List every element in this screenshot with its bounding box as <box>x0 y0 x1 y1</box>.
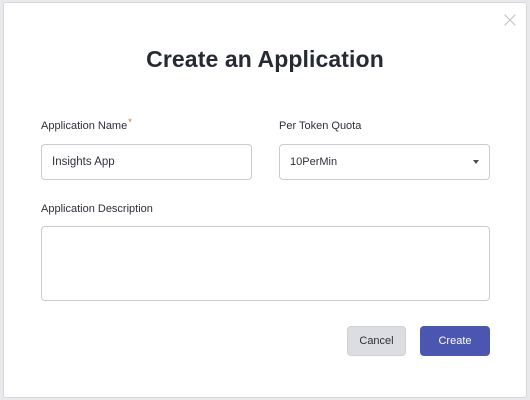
create-application-dialog: Create an Application Application Name* … <box>3 2 527 398</box>
chevron-down-icon <box>473 160 479 164</box>
dialog-title: Create an Application <box>146 46 384 72</box>
create-button[interactable]: Create <box>420 326 490 356</box>
close-button[interactable] <box>503 13 517 27</box>
per-token-quota-select[interactable]: 10PerMin <box>279 144 490 180</box>
application-name-label-text: Application Name <box>41 120 128 132</box>
application-name-label: Application Name* <box>41 117 132 132</box>
application-description-label: Application Description <box>41 203 153 215</box>
per-token-quota-label: Per Token Quota <box>279 120 362 132</box>
cancel-button[interactable]: Cancel <box>347 326 406 356</box>
required-marker: * <box>128 117 132 127</box>
application-description-input[interactable] <box>41 226 490 301</box>
per-token-quota-value: 10PerMin <box>290 156 338 168</box>
application-name-input[interactable] <box>41 144 252 180</box>
close-icon <box>504 14 516 26</box>
